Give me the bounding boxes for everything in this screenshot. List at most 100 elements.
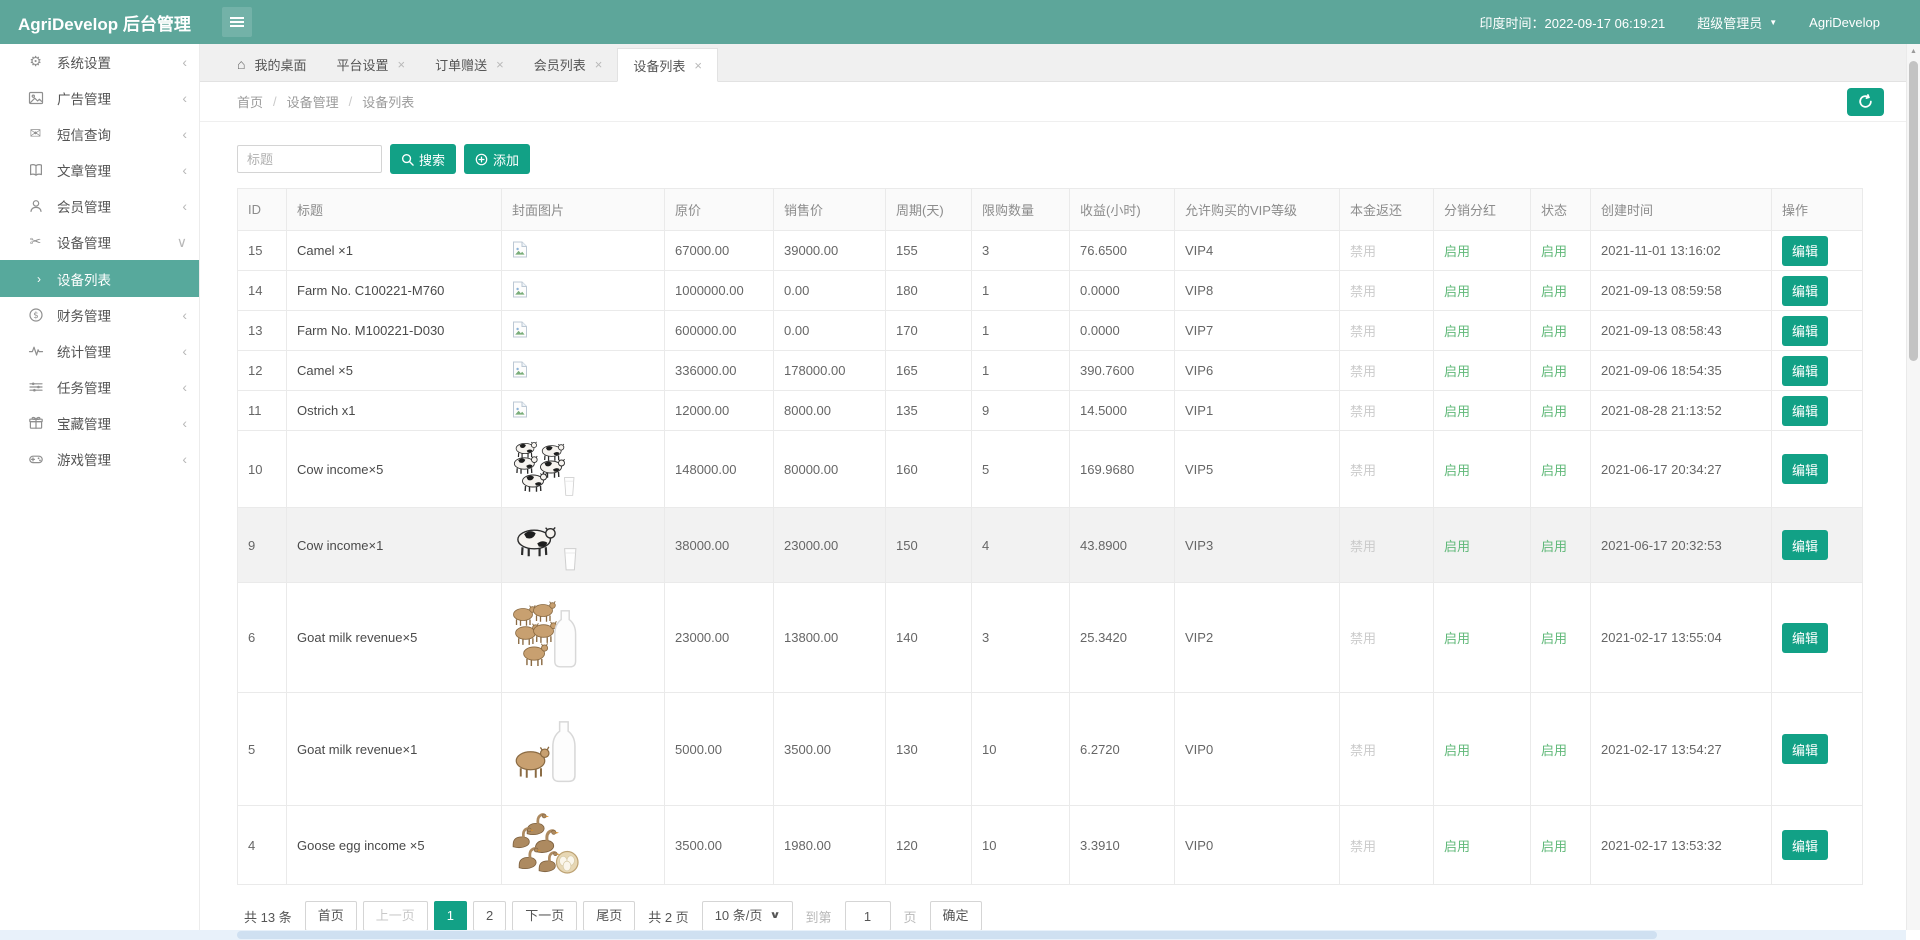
sidebar-item-stats-management[interactable]: 统计管理‹ [0,333,199,369]
chevron-left-icon: ‹ [182,307,187,323]
cell-hourly-income: 43.8900 [1070,508,1175,583]
goose5-image [512,813,580,875]
cell-id: 4 [238,806,287,885]
cell-sale-price: 0.00 [774,271,886,311]
edit-button[interactable]: 编辑 [1782,830,1828,860]
cell-created-at: 2021-11-01 13:16:02 [1591,231,1772,271]
chevron-down-icon: ∨ [177,234,187,251]
page-number-1[interactable]: 1 [434,901,467,930]
cell-actions: 编辑 [1772,351,1863,391]
edit-button[interactable]: 编辑 [1782,276,1828,306]
edit-button[interactable]: 编辑 [1782,623,1828,653]
role-dropdown[interactable]: 超级管理员 ▼ [1697,13,1777,32]
device-table: ID标题封面图片原价销售价周期(天)限购数量收益(小时)允许购买的VIP等级本金… [237,188,1863,885]
refresh-button[interactable] [1847,88,1884,116]
edit-button[interactable]: 编辑 [1782,734,1828,764]
horizontal-scrollbar-thumb[interactable] [237,931,1657,939]
distribution-dividend-status: 启用 [1434,508,1531,583]
goto-page-input[interactable] [845,901,891,930]
cell-sale-price: 13800.00 [774,583,886,693]
goto-confirm-button[interactable]: 确定 [930,901,982,930]
broken-image [512,241,528,258]
sidebar-item-ad-management[interactable]: 广告管理‹ [0,80,199,116]
cell-id: 5 [238,693,287,806]
distribution-dividend-status: 启用 [1434,806,1531,885]
menu-toggle-button[interactable] [222,7,252,37]
edit-button[interactable]: 编辑 [1782,236,1828,266]
tab-device-list[interactable]: 设备列表× [617,48,718,82]
edit-button[interactable]: 编辑 [1782,356,1828,386]
main-content: ⌂我的桌面平台设置×订单赠送×会员列表×设备列表× 首页/设备管理/设备列表 搜… [200,44,1906,930]
cell-vip-level: VIP1 [1175,391,1340,431]
vertical-scrollbar-thumb[interactable] [1909,61,1918,361]
page-size-select[interactable]: 10 条/页∨ [702,901,793,930]
sidebar-item-article-management[interactable]: 文章管理‹ [0,152,199,188]
cell-vip-level: VIP2 [1175,583,1340,693]
cell-actions: 编辑 [1772,431,1863,508]
sidebar-item-member-management[interactable]: 会员管理‹ [0,188,199,224]
cell-vip-level: VIP0 [1175,806,1340,885]
add-button[interactable]: 添加 [464,144,530,174]
tab-desktop[interactable]: ⌂我的桌面 [222,47,321,81]
close-icon[interactable]: × [398,57,406,72]
cell-original-price: 336000.00 [665,351,774,391]
distribution-dividend-status: 启用 [1434,583,1531,693]
sidebar-item-label: 宝藏管理 [57,413,182,433]
column-header-title: 标题 [287,189,502,231]
cell-original-price: 23000.00 [665,583,774,693]
tools-icon: ✂ [27,235,44,249]
close-icon[interactable]: × [694,58,702,73]
sidebar-item-sms-query[interactable]: ✉短信查询‹ [0,116,199,152]
cell-id: 12 [238,351,287,391]
cell-cover [502,583,665,693]
scroll-up-icon[interactable]: ▲ [1907,44,1920,59]
edit-button[interactable]: 编辑 [1782,454,1828,484]
next-page-button[interactable]: 下一页 [512,901,577,930]
column-header-vip_level: 允许购买的VIP等级 [1175,189,1340,231]
cell-original-price: 148000.00 [665,431,774,508]
distribution-dividend-status: 启用 [1434,231,1531,271]
page-number-2[interactable]: 2 [473,901,506,930]
first-page-button[interactable]: 首页 [305,901,357,930]
principal-return-status: 禁用 [1340,583,1434,693]
principal-return-status: 禁用 [1340,431,1434,508]
sidebar-item-device-management[interactable]: ✂设备管理∨ [0,224,199,260]
vertical-scrollbar[interactable]: ▲ [1906,44,1920,930]
toolbar: 搜索 添加 [200,144,1906,174]
sidebar-item-label: 财务管理 [57,305,182,325]
cell-hourly-income: 169.9680 [1070,431,1175,508]
edit-button[interactable]: 编辑 [1782,316,1828,346]
sidebar-item-game-management[interactable]: 游戏管理‹ [0,441,199,477]
close-icon[interactable]: × [496,57,504,72]
edit-button[interactable]: 编辑 [1782,396,1828,426]
sidebar-item-finance-management[interactable]: $ 财务管理‹ [0,297,199,333]
sidebar-item-treasure-management[interactable]: 宝藏管理‹ [0,405,199,441]
tab-platform-settings[interactable]: 平台设置× [321,47,420,81]
cell-hourly-income: 3.3910 [1070,806,1175,885]
last-page-button[interactable]: 尾页 [583,901,635,930]
cell-sale-price: 23000.00 [774,508,886,583]
sidebar-item-task-management[interactable]: 任务管理‹ [0,369,199,405]
cell-title: Farm No. C100221-M760 [287,271,502,311]
broken-image [512,321,528,338]
svg-text:$: $ [33,311,38,321]
edit-button[interactable]: 编辑 [1782,530,1828,560]
principal-return-status: 禁用 [1340,231,1434,271]
horizontal-scrollbar[interactable] [0,930,1906,940]
breadcrumb-item[interactable]: 设备管理 [287,92,339,111]
sidebar-subitem-device-list[interactable]: ›设备列表 [0,260,199,297]
breadcrumb-item[interactable]: 首页 [237,92,263,111]
sidebar: ⚙系统设置‹广告管理‹✉短信查询‹文章管理‹会员管理‹✂设备管理∨›设备列表 $ 财… [0,44,200,940]
tab-order-gift[interactable]: 订单赠送× [420,47,519,81]
caret-down-icon: ▼ [1769,18,1777,27]
tab-member-list[interactable]: 会员列表× [519,47,618,81]
close-icon[interactable]: × [595,57,603,72]
account-name[interactable]: AgriDevelop [1809,15,1880,30]
search-button[interactable]: 搜索 [390,144,456,174]
sidebar-item-system-settings[interactable]: ⚙系统设置‹ [0,44,199,80]
title-search-input[interactable] [237,145,382,173]
cell-cover [502,693,665,806]
breadcrumb-item[interactable]: 设备列表 [362,92,414,111]
pulse-icon [27,343,44,359]
dollar-icon: $ [27,307,44,323]
